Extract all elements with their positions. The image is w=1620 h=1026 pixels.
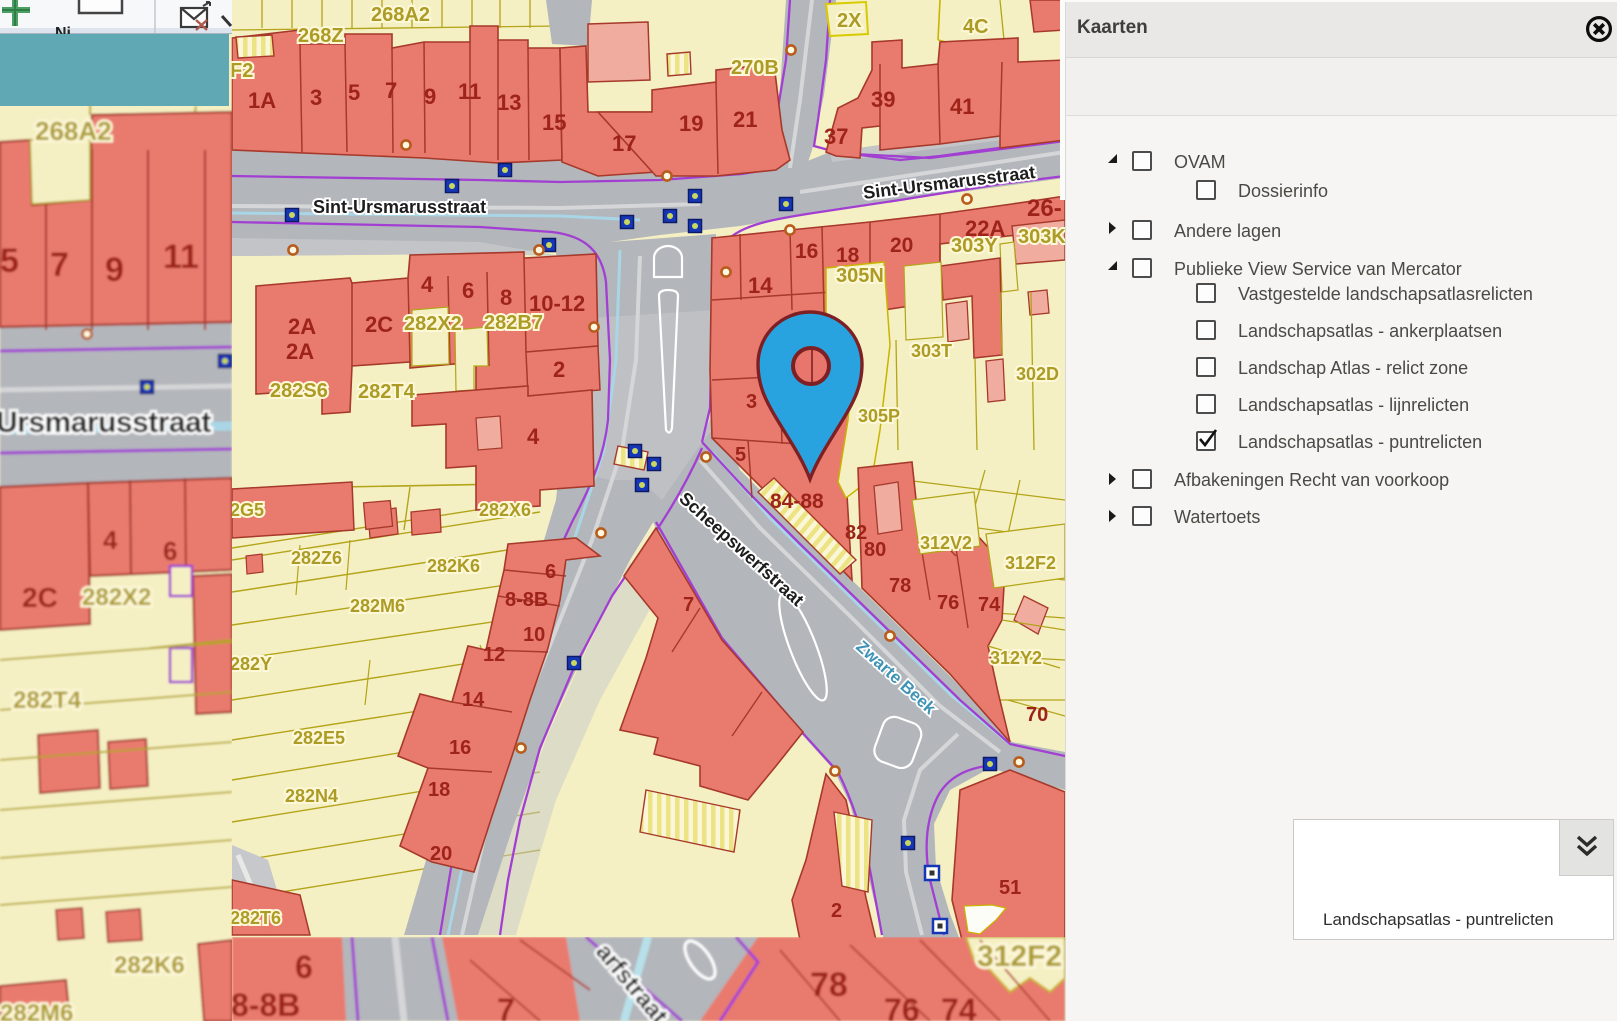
svg-text:282X2: 282X2 (404, 313, 462, 335)
svg-text:4: 4 (527, 424, 540, 449)
svg-text:Sint-Ursmarusstraat: Sint-Ursmarusstraat (313, 197, 486, 217)
svg-text:2C: 2C (365, 312, 393, 337)
svg-text:76: 76 (884, 992, 920, 1021)
svg-text:7: 7 (683, 594, 694, 616)
svg-text:2A: 2A (286, 339, 314, 364)
svg-text:268A2: 268A2 (371, 4, 430, 26)
svg-text:18: 18 (428, 779, 450, 801)
svg-text:17: 17 (612, 131, 636, 156)
svg-text:2: 2 (831, 900, 842, 922)
svg-text:3: 3 (746, 391, 757, 413)
svg-text:8: 8 (500, 285, 512, 310)
svg-text:303K: 303K (1018, 226, 1065, 248)
svg-text:282X6: 282X6 (479, 500, 531, 520)
svg-text:37: 37 (824, 124, 848, 149)
svg-text:9: 9 (105, 251, 124, 289)
svg-text:282K6: 282K6 (427, 556, 480, 576)
svg-text:78: 78 (889, 575, 911, 597)
svg-text:4C: 4C (963, 16, 989, 38)
svg-text:20: 20 (430, 843, 452, 865)
svg-text:39: 39 (871, 87, 895, 112)
svg-text:8-8B: 8-8B (231, 987, 300, 1021)
svg-text:305P: 305P (858, 406, 900, 426)
svg-text:282N4: 282N4 (285, 786, 338, 806)
svg-text:4: 4 (103, 525, 118, 555)
svg-text:312Y2: 312Y2 (990, 648, 1042, 668)
svg-text:13: 13 (497, 90, 521, 115)
svg-text:282S6: 282S6 (270, 380, 328, 402)
svg-text:16: 16 (795, 240, 818, 263)
svg-text:312V2: 312V2 (920, 533, 972, 553)
svg-text:F2: F2 (230, 60, 253, 82)
svg-text:282T4: 282T4 (13, 687, 82, 714)
svg-text:20: 20 (890, 234, 913, 257)
svg-text:41: 41 (950, 94, 974, 119)
svg-text:14: 14 (748, 273, 773, 298)
svg-text:19: 19 (679, 111, 703, 136)
svg-text:80: 80 (864, 539, 886, 561)
svg-text:11: 11 (163, 238, 199, 276)
svg-text:22A: 22A (965, 216, 1005, 241)
svg-text:51: 51 (999, 877, 1021, 899)
svg-text:5: 5 (0, 242, 19, 280)
svg-text:76: 76 (937, 592, 959, 614)
svg-text:14: 14 (462, 689, 485, 711)
svg-text:2: 2 (553, 357, 565, 382)
svg-text:74: 74 (978, 594, 1001, 616)
svg-text:78: 78 (810, 966, 848, 1004)
svg-text:282M6: 282M6 (0, 1000, 73, 1021)
svg-text:11: 11 (458, 79, 481, 104)
svg-text:3: 3 (310, 85, 322, 110)
svg-text:Ursmarusstraat: Ursmarusstraat (0, 406, 211, 439)
svg-text:21: 21 (733, 107, 757, 132)
svg-text:282T4: 282T4 (358, 381, 416, 403)
svg-text:6: 6 (295, 949, 313, 985)
svg-text:282Y: 282Y (230, 654, 272, 674)
svg-text:70: 70 (1026, 704, 1048, 726)
svg-text:1A: 1A (248, 88, 276, 113)
svg-text:2C: 2C (22, 582, 58, 613)
svg-text:282K6: 282K6 (114, 952, 185, 979)
svg-text:9: 9 (424, 84, 436, 109)
svg-text:16: 16 (449, 737, 471, 759)
svg-text:26-: 26- (1027, 195, 1062, 222)
svg-text:282Z6: 282Z6 (291, 548, 342, 568)
svg-text:7: 7 (385, 78, 397, 103)
svg-text:12: 12 (483, 644, 505, 666)
svg-text:312F2: 312F2 (977, 940, 1062, 973)
svg-text:5: 5 (735, 444, 746, 466)
svg-text:268A2: 268A2 (35, 116, 112, 146)
svg-text:6: 6 (462, 278, 474, 303)
svg-text:282T6: 282T6 (230, 908, 281, 928)
svg-text:2A: 2A (288, 314, 316, 339)
svg-text:6: 6 (163, 536, 177, 566)
svg-text:18: 18 (836, 244, 860, 267)
svg-text:10: 10 (523, 624, 545, 646)
svg-text:2X: 2X (837, 10, 862, 32)
svg-text:10-12: 10-12 (529, 291, 585, 316)
svg-text:7: 7 (50, 246, 69, 284)
svg-text:312F2: 312F2 (1005, 553, 1056, 573)
svg-text:7: 7 (497, 992, 515, 1021)
svg-text:282E5: 282E5 (293, 728, 345, 748)
svg-text:270B: 270B (731, 57, 779, 79)
svg-text:74: 74 (941, 992, 977, 1021)
svg-text:84-88: 84-88 (770, 490, 824, 513)
svg-text:302D: 302D (1016, 364, 1059, 384)
svg-text:305N: 305N (836, 265, 884, 287)
svg-text:15: 15 (542, 110, 566, 135)
svg-text:282M6: 282M6 (350, 596, 405, 616)
svg-text:8-8B: 8-8B (505, 589, 548, 611)
svg-text:5: 5 (348, 80, 360, 105)
svg-text:4: 4 (421, 272, 434, 297)
svg-text:268Z: 268Z (298, 25, 344, 47)
svg-text:282X2: 282X2 (82, 584, 151, 611)
svg-text:2G5: 2G5 (230, 500, 264, 520)
svg-text:303T: 303T (911, 341, 952, 361)
svg-text:6: 6 (545, 561, 556, 583)
